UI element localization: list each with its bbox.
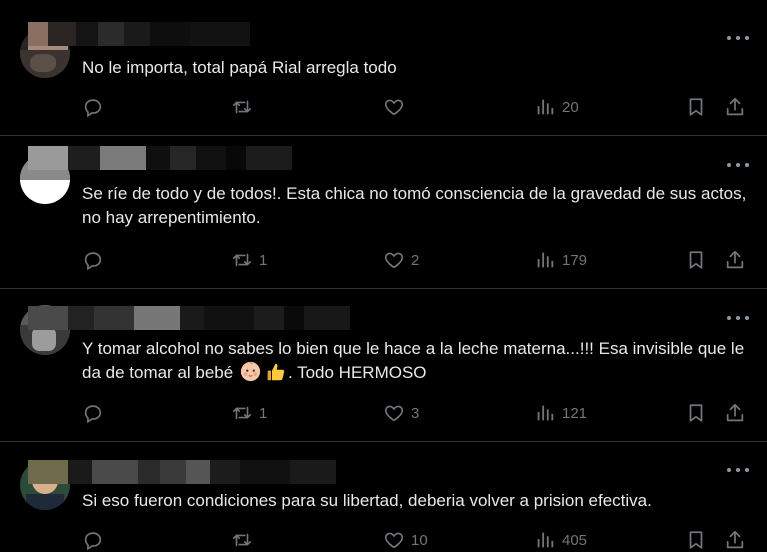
heart-icon: [384, 532, 404, 549]
reply-post[interactable]: No le importa, total papá Rial arregla t…: [0, 0, 767, 136]
author-name-blurred[interactable]: [28, 306, 350, 330]
author-name-blurred[interactable]: [28, 22, 250, 46]
like-count: 10: [411, 531, 428, 549]
repost-icon: [232, 406, 252, 420]
reply-icon: [84, 252, 102, 271]
reply-icon: [84, 532, 102, 551]
post-text: Se ríe de todo y de todos!. Esta chica n…: [82, 184, 756, 227]
thumbs-up-emoji: [267, 363, 285, 381]
share-icon: [726, 250, 744, 269]
heart-icon: [384, 252, 404, 269]
post-text: Si eso fueron condiciones para su libert…: [82, 491, 652, 510]
views-button[interactable]: 20: [534, 95, 579, 119]
share-button[interactable]: [724, 401, 746, 425]
post-text: Y tomar alcohol no sabes lo bien que le …: [82, 337, 752, 385]
repost-button[interactable]: [231, 95, 259, 119]
views-count: 121: [562, 404, 588, 422]
bookmark-button[interactable]: [685, 248, 707, 272]
bookmark-icon: [689, 531, 703, 549]
like-button[interactable]: [383, 95, 411, 119]
repost-button[interactable]: 1: [231, 248, 267, 272]
reply-icon: [84, 99, 102, 118]
like-button[interactable]: 10: [383, 528, 428, 552]
heart-icon: [384, 99, 404, 116]
repost-icon: [232, 100, 252, 114]
repost-count: 1: [259, 404, 268, 422]
repost-icon: [232, 253, 252, 267]
author-name-blurred[interactable]: [28, 146, 292, 170]
reply-feed: No le importa, total papá Rial arregla t…: [0, 0, 767, 551]
reply-post[interactable]: Y tomar alcohol no sabes lo bien que le …: [0, 289, 767, 442]
share-icon: [726, 403, 744, 422]
baby-emoji: [240, 361, 261, 382]
repost-count: 1: [259, 251, 268, 269]
views-button[interactable]: 121: [534, 401, 587, 425]
reply-button[interactable]: [82, 248, 104, 272]
like-button[interactable]: 2: [383, 248, 419, 272]
like-count: 3: [411, 404, 420, 422]
repost-button[interactable]: [231, 528, 259, 552]
repost-icon: [232, 533, 252, 547]
repost-button[interactable]: 1: [231, 401, 267, 425]
share-button[interactable]: [724, 95, 746, 119]
post-actions: 1 2 179: [82, 248, 752, 272]
more-icon[interactable]: [727, 35, 749, 41]
more-icon[interactable]: [727, 162, 749, 168]
views-icon: [537, 252, 554, 268]
post-text-end: . Todo HERMOSO: [287, 363, 427, 382]
reply-button[interactable]: [82, 95, 104, 119]
views-icon: [537, 405, 554, 421]
like-count: 2: [411, 251, 420, 269]
post-actions: 10 405: [82, 528, 752, 552]
bookmark-button[interactable]: [685, 401, 707, 425]
views-count: 405: [562, 531, 588, 549]
reply-button[interactable]: [82, 401, 104, 425]
views-icon: [537, 532, 554, 548]
author-name-blurred[interactable]: [28, 460, 336, 484]
bookmark-icon: [689, 404, 703, 422]
more-icon[interactable]: [727, 315, 749, 321]
like-button[interactable]: 3: [383, 401, 419, 425]
post-actions: 1 3 121: [82, 401, 752, 425]
heart-icon: [384, 405, 404, 422]
post-actions: 20: [82, 95, 752, 119]
bookmark-icon: [689, 98, 703, 116]
reply-post[interactable]: Se ríe de todo y de todos!. Esta chica n…: [0, 136, 767, 289]
share-icon: [726, 97, 744, 116]
share-button[interactable]: [724, 528, 746, 552]
reply-icon: [84, 405, 102, 424]
views-icon: [537, 99, 554, 115]
reply-post[interactable]: Si eso fueron condiciones para su libert…: [0, 442, 767, 551]
post-text: No le importa, total papá Rial arregla t…: [82, 58, 397, 77]
share-icon: [726, 530, 744, 549]
reply-button[interactable]: [82, 528, 104, 552]
bookmark-button[interactable]: [685, 95, 707, 119]
share-button[interactable]: [724, 248, 746, 272]
views-count: 179: [562, 251, 588, 269]
bookmark-button[interactable]: [685, 528, 707, 552]
views-button[interactable]: 405: [534, 528, 587, 552]
views-count: 20: [562, 98, 579, 116]
bookmark-icon: [689, 251, 703, 269]
more-icon[interactable]: [727, 467, 749, 473]
views-button[interactable]: 179: [534, 248, 587, 272]
